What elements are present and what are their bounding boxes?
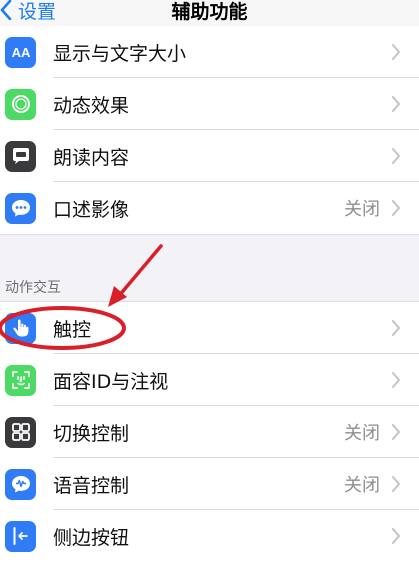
chevron-right-icon xyxy=(392,476,400,492)
touch-hand-icon xyxy=(5,312,36,344)
row-label: 朗读内容 xyxy=(53,146,130,169)
page-title: 辅助功能 xyxy=(171,1,248,23)
row-display-text-size[interactable]: AA 显示与文字大小 xyxy=(0,26,419,78)
section-gap xyxy=(0,234,419,302)
row-audio-descriptions[interactable]: 口述影像 关闭 xyxy=(0,182,419,234)
chevron-right-icon xyxy=(392,148,400,164)
row-motion[interactable]: 动态效果 xyxy=(0,78,419,130)
text-size-icon: AA xyxy=(5,36,36,68)
side-button-icon xyxy=(5,520,36,552)
section-header: 动作交互 xyxy=(5,280,61,296)
audio-description-icon xyxy=(5,192,36,224)
row-face-id-attention[interactable]: 面容ID与注视 xyxy=(0,354,419,406)
row-label: 语音控制 xyxy=(53,474,130,497)
row-touch[interactable]: 触控 xyxy=(0,302,419,354)
speech-bubble-icon xyxy=(5,140,36,172)
row-voice-control[interactable]: 语音控制 关闭 xyxy=(0,458,419,510)
row-value: 关闭 xyxy=(344,423,380,444)
row-label: 切换控制 xyxy=(53,422,130,445)
chevron-right-icon xyxy=(392,372,400,388)
chevron-right-icon xyxy=(392,96,400,112)
row-label: 侧边按钮 xyxy=(53,526,130,549)
row-label: 动态效果 xyxy=(53,94,130,117)
row-value: 关闭 xyxy=(344,199,380,220)
row-label: 显示与文字大小 xyxy=(53,42,187,65)
settings-group-physical-motor: 触控 面容ID与注视 切换控制 关闭 语音控制 关闭 侧边按钮 xyxy=(0,302,419,562)
chevron-right-icon xyxy=(392,200,400,216)
voice-control-icon xyxy=(5,468,36,500)
row-label: 触控 xyxy=(53,318,92,341)
face-id-icon xyxy=(5,364,36,396)
row-value: 关闭 xyxy=(344,475,380,496)
row-side-button[interactable]: 侧边按钮 xyxy=(0,510,419,562)
switch-control-icon xyxy=(5,416,36,448)
navigation-bar: 设置 辅助功能 xyxy=(0,0,419,26)
chevron-right-icon xyxy=(392,44,400,60)
row-label: 面容ID与注视 xyxy=(53,370,169,393)
chevron-right-icon xyxy=(392,320,400,336)
settings-group-vision: AA 显示与文字大小 动态效果 朗读内容 口述影像 关闭 xyxy=(0,26,419,234)
row-switch-control[interactable]: 切换控制 关闭 xyxy=(0,406,419,458)
row-spoken-content[interactable]: 朗读内容 xyxy=(0,130,419,182)
row-label: 口述影像 xyxy=(53,198,130,221)
chevron-right-icon xyxy=(392,528,400,544)
motion-icon xyxy=(5,88,36,120)
chevron-right-icon xyxy=(392,424,400,440)
svg-text:AA: AA xyxy=(11,45,30,60)
